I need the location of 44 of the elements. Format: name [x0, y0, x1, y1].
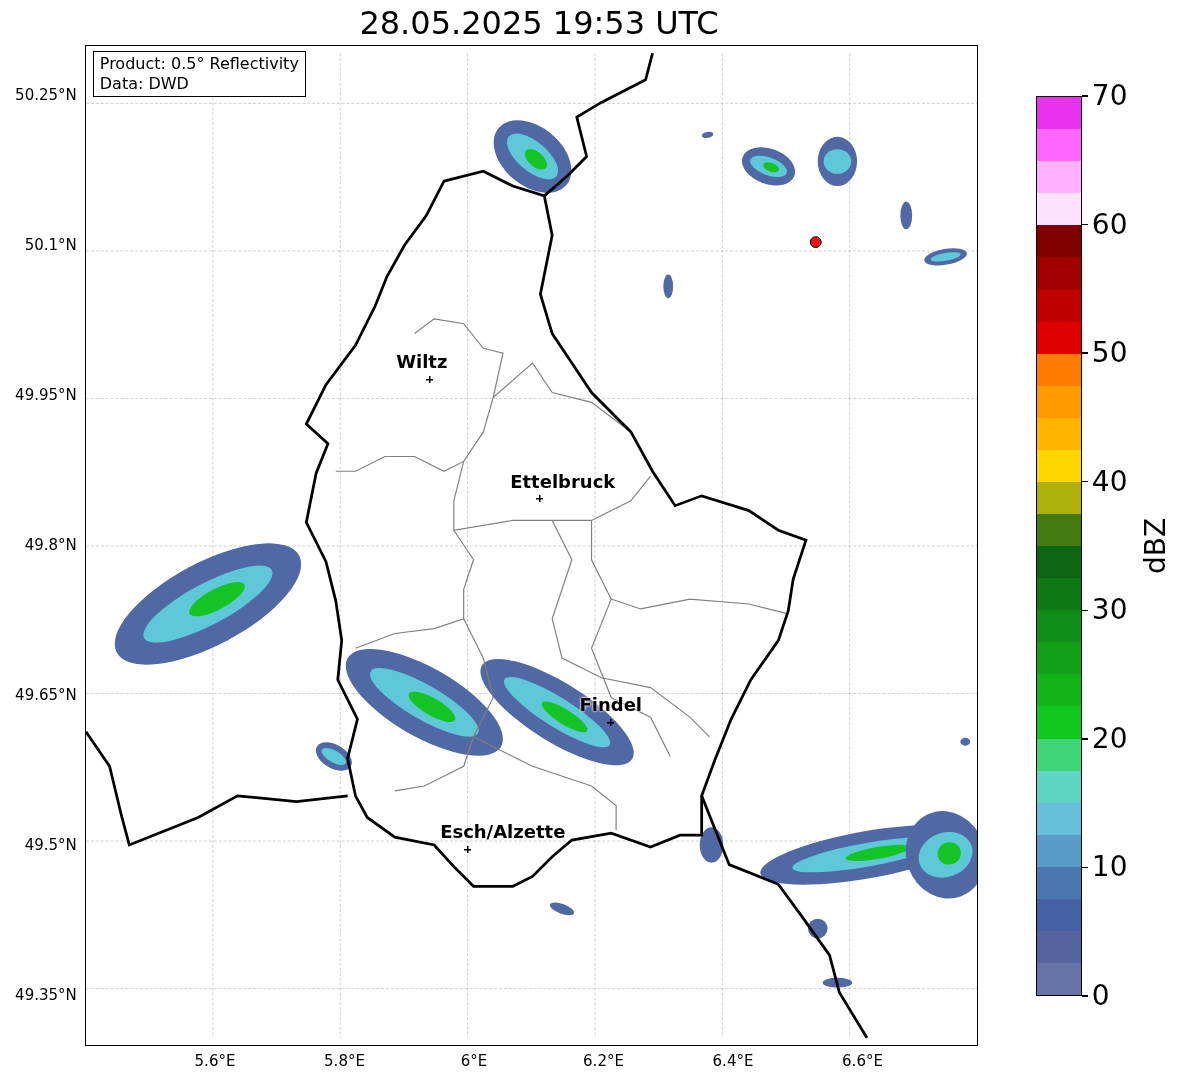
latitude-label: 50.25°N: [15, 88, 77, 103]
radar-echo: [900, 201, 912, 230]
longitude-label: 6.6°E: [842, 1054, 883, 1069]
city-marker-icon: [425, 376, 433, 383]
colorbar-tick-label: 40: [1091, 467, 1128, 496]
city-marker-icon: [463, 846, 471, 853]
longitude-label: 5.6°E: [194, 1054, 236, 1069]
radar-site-marker: [809, 236, 822, 248]
radar-echo: [807, 918, 828, 939]
colorbar-tick-label: 70: [1091, 82, 1128, 110]
longitude-label: 6.2°E: [583, 1054, 624, 1069]
latitude-label: 49.95°N: [15, 388, 77, 403]
latitude-label: 49.65°N: [15, 688, 77, 703]
city-marker-icon: [606, 719, 614, 726]
radar-echo: [699, 827, 724, 863]
longitude-label: 6.4°E: [712, 1054, 754, 1069]
colorbar-tick-label: 60: [1091, 210, 1128, 239]
city-marker-icon: [535, 495, 543, 502]
radar-echo: [741, 147, 795, 186]
longitude-label: 6°E: [460, 1054, 488, 1069]
info-text: Product: 0.5° Reflectivity: [99, 54, 299, 74]
info-text: Data: DWD: [99, 74, 190, 94]
radar-echo: [549, 902, 574, 916]
longitude-label: 5.8°E: [324, 1054, 365, 1069]
city-label: Esch/Alzette: [440, 823, 566, 841]
radar-echo: [817, 136, 857, 187]
colorbar-label: dBZ: [1141, 517, 1170, 575]
latitude-label: 49.8°N: [24, 538, 77, 553]
radar-echo: [924, 248, 967, 266]
colorbar-tick-label: 10: [1091, 853, 1128, 882]
colorbar-tick-label: 0: [1091, 982, 1110, 1010]
chart-title: 28.05.2025 19:53 UTC: [359, 6, 719, 39]
radar-echo: [822, 977, 852, 988]
latitude-label: 49.35°N: [15, 988, 77, 1003]
radar-echo: [663, 274, 673, 299]
radar-echo: [960, 737, 970, 746]
colorbar-tick-label: 30: [1091, 596, 1128, 625]
radar-echo: [701, 131, 714, 138]
colorbar-tick-label: 20: [1091, 724, 1128, 753]
city-label: Wiltz: [396, 353, 448, 371]
city-label: Ettelbruck: [510, 473, 616, 491]
latitude-label: 50.1°N: [24, 238, 77, 253]
colorbar-tick-label: 50: [1091, 339, 1128, 368]
latitude-label: 49.5°N: [24, 838, 77, 853]
